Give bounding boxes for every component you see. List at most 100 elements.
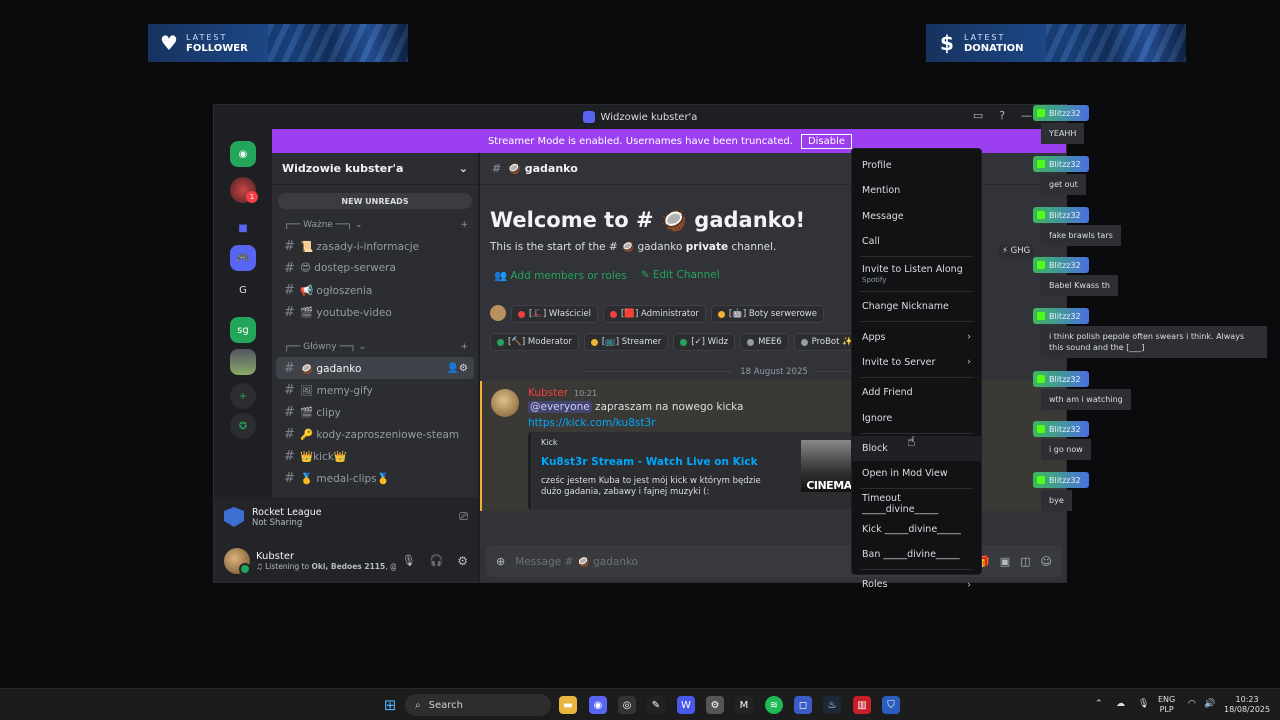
- context-menu-item[interactable]: Open in Mod View: [852, 461, 981, 486]
- role-pill[interactable]: [📺] Streamer: [583, 333, 669, 351]
- channel-item[interactable]: # 📜 zasady-i-informacje: [276, 235, 474, 257]
- context-menu-item[interactable]: Mention: [852, 178, 981, 203]
- context-menu-item[interactable]: Add Friend: [852, 380, 981, 405]
- role-pill[interactable]: [🎩] Właściciel: [511, 305, 599, 323]
- new-unreads-pill[interactable]: NEW UNREADS: [278, 193, 472, 209]
- app-m-icon[interactable]: M: [735, 696, 753, 714]
- channel-item[interactable]: # 🖼 memy-gify: [276, 379, 474, 401]
- message-author[interactable]: Kubster 10:21: [528, 387, 597, 399]
- everyone-mention[interactable]: @everyone: [528, 401, 592, 413]
- hash-icon: #: [284, 238, 295, 254]
- server-g[interactable]: G: [230, 277, 256, 303]
- edit-channel-link[interactable]: ✎ Edit Channel: [641, 269, 720, 282]
- discord-home-icon[interactable]: ◉: [230, 141, 256, 167]
- context-menu-item[interactable]: Invite to Listen Along Spotify: [852, 259, 981, 289]
- context-menu-item[interactable]: Call: [852, 229, 981, 254]
- pen-app-icon[interactable]: ✎: [647, 696, 665, 714]
- author-avatar[interactable]: [491, 389, 519, 417]
- title-bar: Widzowie kubster'a: [214, 105, 1066, 129]
- chat-feed-item: Blitzz32 i think polish pepole often swea…: [1033, 305, 1267, 358]
- channel-item[interactable]: # 📢 ogłoszenia: [276, 279, 474, 301]
- role-pill[interactable]: ProBot ✨: [793, 333, 860, 351]
- avatar[interactable]: [224, 547, 251, 575]
- kick-icon: [1037, 261, 1045, 269]
- embed-title[interactable]: Ku8st3r Stream - Watch Live on Kick: [541, 456, 758, 468]
- category-wazne[interactable]: ┌── Ważne ──┐ ⌄ +: [272, 215, 478, 235]
- channel-item[interactable]: # 👑kick👑: [276, 445, 474, 467]
- discord-taskbar-icon[interactable]: ◉: [589, 696, 607, 714]
- gear-icon[interactable]: ⚙: [457, 554, 468, 568]
- add-server-icon[interactable]: +: [230, 383, 256, 409]
- settings-taskbar-icon[interactable]: ⚙: [706, 696, 724, 714]
- context-menu-item[interactable]: Block: [852, 435, 981, 461]
- channel-item[interactable]: # 🎬 youtube-video: [276, 301, 474, 323]
- sticker-icon[interactable]: ◫: [1020, 555, 1030, 568]
- inbox-icon[interactable]: ▭: [973, 109, 983, 122]
- channel-item[interactable]: # 🥇 medal-clips🥇: [276, 467, 474, 489]
- add-channel-icon[interactable]: +: [460, 342, 468, 352]
- windows-start-icon[interactable]: ⊞: [381, 696, 399, 714]
- context-menu-item[interactable]: Apps ›: [852, 324, 981, 349]
- explore-icon[interactable]: ✪: [230, 413, 256, 439]
- server-widzowie-icon[interactable]: 🎮: [230, 245, 256, 271]
- obs-icon[interactable]: ◎: [618, 696, 636, 714]
- language-indicator[interactable]: ENG PLP: [1158, 695, 1175, 715]
- context-menu-item[interactable]: Roles ›: [852, 572, 981, 597]
- embed-thumbnail[interactable]: CINEMA: [801, 440, 857, 492]
- folder-icon[interactable]: ■: [230, 215, 256, 241]
- role-pill[interactable]: [🔨] Moderator: [490, 333, 579, 351]
- context-menu-item[interactable]: Change Nickname: [852, 294, 981, 319]
- volume-icon[interactable]: 🔊: [1204, 699, 1215, 709]
- channel-item[interactable]: # 😍 dostęp-serwera: [276, 257, 474, 279]
- tray-chevron-icon[interactable]: ⌃: [1095, 699, 1103, 709]
- context-menu-item[interactable]: Ban _____divine_____: [852, 542, 981, 567]
- add-channel-icon[interactable]: +: [460, 220, 468, 230]
- channel-item[interactable]: # 🔑 kody-zaproszeniowe-steam: [276, 423, 474, 445]
- context-menu-item[interactable]: Invite to Server ›: [852, 350, 981, 375]
- screen-share-icon[interactable]: ⎚: [459, 510, 468, 524]
- tray-mic-icon[interactable]: 🎙: [1138, 699, 1149, 709]
- help-icon[interactable]: ?: [999, 109, 1005, 122]
- minimize-icon[interactable]: —: [1021, 109, 1032, 122]
- role-pill[interactable]: [✓] Widz: [673, 333, 736, 351]
- category-glowny[interactable]: ┌── Główny ──┐ ⌄ +: [272, 337, 478, 357]
- menu-divider: [860, 321, 973, 323]
- clock[interactable]: 10:23 18/08/2025: [1224, 695, 1270, 715]
- add-members-link[interactable]: 👥 Add members or roles: [494, 269, 627, 282]
- message-time: 10:21: [574, 389, 598, 398]
- kick-icon: [1037, 109, 1045, 117]
- app-square-icon[interactable]: ◻: [794, 696, 812, 714]
- tray-cloud-icon[interactable]: ☁: [1116, 699, 1125, 709]
- microphone-icon[interactable]: 🎙: [402, 554, 416, 567]
- taskbar-search[interactable]: ⌕ Search: [405, 694, 551, 716]
- add-attachment-icon[interactable]: ⊕: [496, 555, 505, 568]
- role-pill[interactable]: [🤖] Boty serwerowe: [710, 305, 824, 323]
- channel-settings-icon[interactable]: 👤⚙: [447, 363, 468, 374]
- emoji-icon[interactable]: ☺: [1041, 555, 1052, 568]
- server-landscape-icon[interactable]: [230, 349, 256, 375]
- channel-item-active[interactable]: # 🥥 gadanko 👤⚙: [276, 357, 474, 379]
- gif-icon[interactable]: ▣: [1000, 555, 1010, 568]
- kick-icon: [1037, 160, 1045, 168]
- app-w-icon[interactable]: W: [677, 696, 695, 714]
- context-menu-item[interactable]: Timeout _____divine_____: [852, 491, 981, 516]
- context-menu-item[interactable]: Kick _____divine_____: [852, 517, 981, 542]
- headphones-icon[interactable]: 🎧: [430, 554, 444, 567]
- rocket-league-taskbar-icon[interactable]: ⛉: [882, 696, 900, 714]
- context-menu-item[interactable]: Profile: [852, 153, 981, 178]
- spotify-icon[interactable]: ≋: [765, 696, 783, 714]
- message-link[interactable]: https://kick.com/ku8st3r: [528, 417, 655, 429]
- wifi-icon[interactable]: ◠: [1188, 699, 1196, 709]
- context-menu-item[interactable]: Ignore: [852, 405, 981, 430]
- app-red-icon[interactable]: ▥: [853, 696, 871, 714]
- disable-streamer-button[interactable]: Disable: [800, 133, 853, 149]
- channel-item[interactable]: # 🎬 clipy: [276, 401, 474, 423]
- role-pill[interactable]: [🟥] Administrator: [603, 305, 706, 323]
- context-menu-item[interactable]: Message: [852, 204, 981, 229]
- chat-feed-username: Blitzz32: [1033, 308, 1089, 324]
- role-pill[interactable]: MEE6: [740, 333, 789, 351]
- steam-icon[interactable]: ♨: [823, 696, 841, 714]
- server-sg[interactable]: sg: [230, 317, 256, 343]
- file-explorer-icon[interactable]: ▬: [559, 696, 577, 714]
- guild-header[interactable]: Widzowie kubster'a ⌄: [272, 153, 478, 185]
